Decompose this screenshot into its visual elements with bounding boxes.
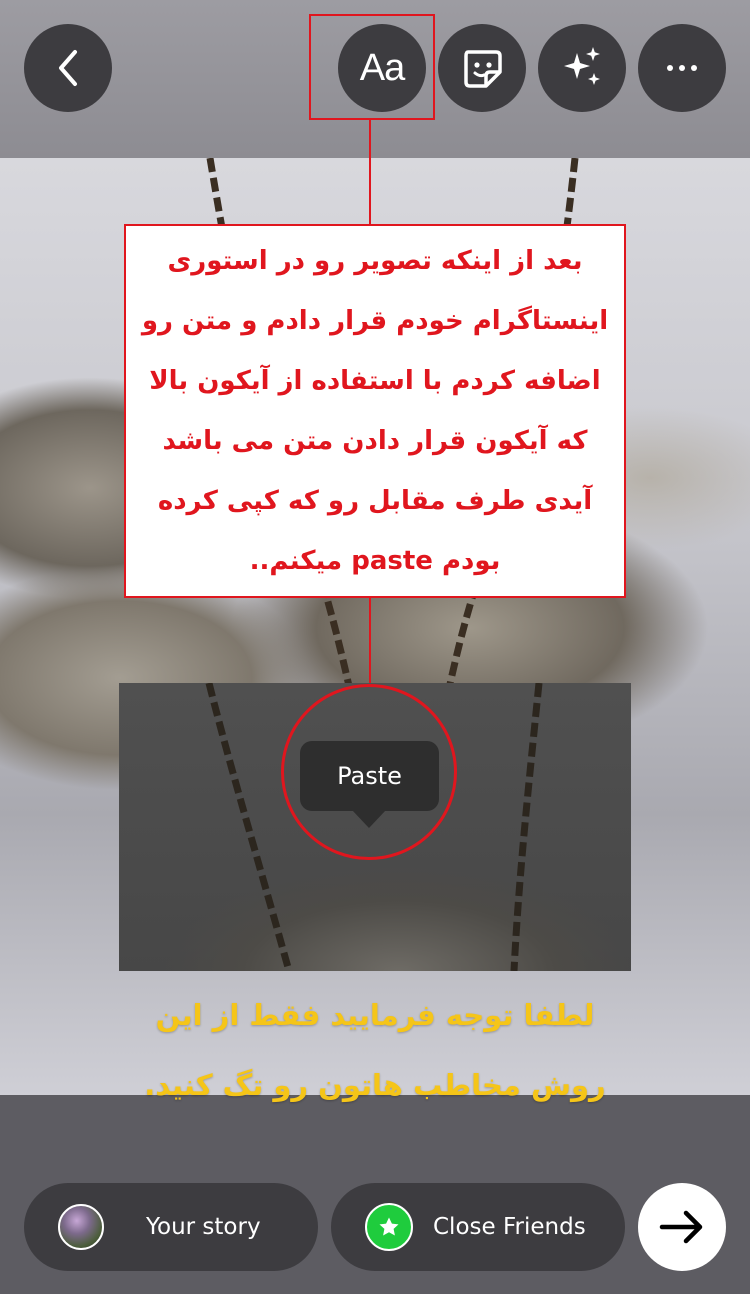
sparkles-icon (564, 47, 600, 85)
more-horizontal-icon (667, 65, 697, 71)
close-friends-button[interactable]: Close Friends (331, 1183, 625, 1271)
note-line: که آیکون قرار دادن متن می باشد (162, 426, 588, 456)
back-button[interactable] (24, 24, 112, 112)
text-tool-highlight (309, 14, 435, 120)
note-line: بودم paste میکنم.. (249, 546, 501, 576)
your-story-label: Your story (146, 1214, 261, 1240)
send-button[interactable] (638, 1183, 726, 1271)
chevron-left-icon (59, 50, 77, 86)
annotation-note: بعد از اینکه تصویر رو در استوری اینستاگر… (124, 224, 626, 598)
sticker-icon (464, 50, 502, 88)
arrow-right-icon (659, 1210, 703, 1244)
note-line: اضافه کردم با استفاده از آیکون بالا (149, 366, 601, 396)
close-friends-label: Close Friends (433, 1214, 586, 1240)
star-icon (365, 1203, 413, 1251)
annotation-connector-bottom (369, 597, 371, 685)
your-story-button[interactable]: Your story (24, 1183, 318, 1271)
paste-highlight-circle (281, 684, 457, 860)
note-line: اینستاگرام خودم قرار دادم و متن رو (141, 306, 609, 336)
avatar (58, 1204, 104, 1250)
annotation-connector-top (369, 118, 371, 225)
caption-line: روش مخاطب هاتون رو تگ کنید. (144, 1068, 606, 1102)
note-line: آیدی طرف مقابل رو که کپی کرده (157, 486, 593, 516)
note-line: بعد از اینکه تصویر رو در استوری (167, 246, 583, 276)
story-caption[interactable]: لطفا توجه فرمایید فقط از این روش مخاطب ه… (100, 980, 650, 1120)
effects-button[interactable] (538, 24, 626, 112)
sticker-button[interactable] (438, 24, 526, 112)
more-button[interactable] (638, 24, 726, 112)
annotation-note-text: بعد از اینکه تصویر رو در استوری اینستاگر… (142, 231, 608, 591)
caption-line: لطفا توجه فرمایید فقط از این (155, 998, 595, 1032)
